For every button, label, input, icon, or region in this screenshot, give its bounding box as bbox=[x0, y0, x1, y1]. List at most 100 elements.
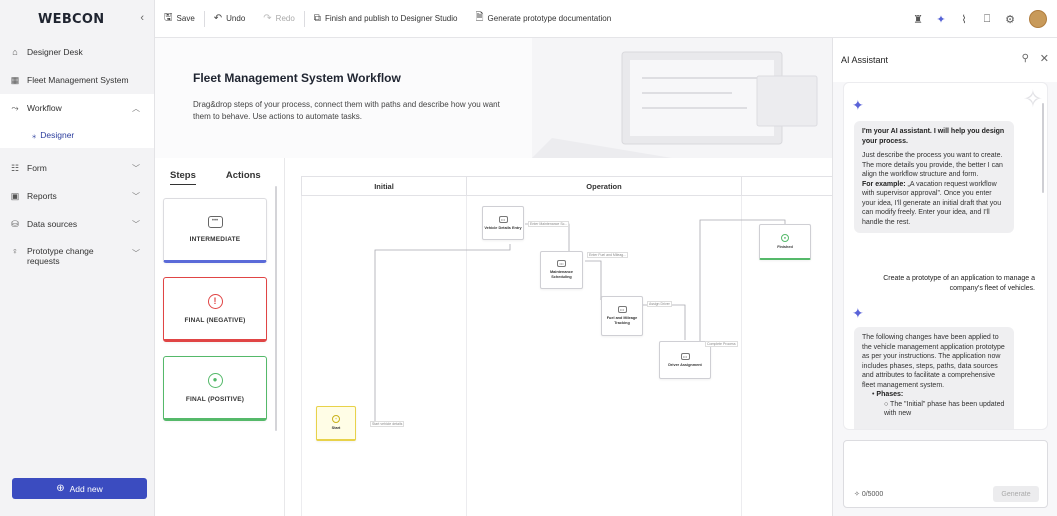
layout-icon[interactable]: ⎕ bbox=[976, 13, 998, 26]
path-label[interactable]: Assign Driver bbox=[647, 301, 672, 307]
ai-sparkle-icon: ✦ bbox=[852, 305, 864, 321]
reports-icon: ▣ bbox=[10, 190, 20, 201]
path-label[interactable]: Enter Fuel and Mileag... bbox=[587, 252, 629, 258]
sidebar-item-workflow[interactable]: ⤳ Workflow ︿ bbox=[0, 94, 154, 122]
add-new-label: Add new bbox=[69, 483, 103, 494]
start-icon: + bbox=[332, 415, 340, 423]
toolbar-right: ♜ ✦ ⌇ ⎕ ⚙ bbox=[906, 0, 1057, 38]
bullet-phases: Phases: bbox=[876, 391, 904, 398]
sparkle-small-icon: ✧ bbox=[854, 491, 862, 498]
grid-icon: ▦ bbox=[10, 74, 20, 85]
node-label: Start bbox=[331, 426, 341, 430]
chevron-down-icon: ﹀ bbox=[132, 191, 140, 201]
finish-publish-button[interactable]: ⧉ Finish and publish to Designer Studio bbox=[305, 0, 467, 38]
path-label[interactable]: Start vehicle details bbox=[370, 421, 405, 427]
path-label[interactable]: Enter Maintenance Sc... bbox=[528, 221, 570, 227]
logo-row: WEBCON ‹ bbox=[0, 0, 154, 38]
workflow-group: ⤳ Workflow ︿ ⁎ Designer bbox=[0, 94, 154, 148]
workflow-node-vehicle-details-entry[interactable]: ••• Vehicle Details Entry bbox=[482, 206, 524, 240]
page-title: Fleet Management System Workflow bbox=[193, 71, 401, 85]
sidebar-item-prototype-change-requests[interactable]: ♀ Prototype change requests ﹀ bbox=[0, 238, 154, 274]
node-label: Driver Assignment bbox=[668, 362, 702, 367]
save-button[interactable]: 🖫 Save bbox=[155, 0, 204, 38]
workflow-node-start[interactable]: + Start bbox=[316, 406, 356, 441]
avatar[interactable] bbox=[1029, 10, 1047, 28]
tab-actions[interactable]: Actions bbox=[226, 170, 261, 185]
redo-button[interactable]: ↷ Redo bbox=[254, 0, 304, 38]
steps-panel: Steps Actions ••• INTERMEDIATE ! FINAL (… bbox=[155, 158, 285, 516]
database-icon: ⛁ bbox=[11, 218, 19, 229]
negative-icon: ! bbox=[207, 293, 223, 309]
positive-icon: ● bbox=[781, 233, 789, 242]
ai-chat-history[interactable]: ✦ ✧ I'm your AI assistant. I will help y… bbox=[843, 82, 1048, 430]
chevron-down-icon: ﹀ bbox=[132, 163, 140, 173]
workflow-node-driver-assignment[interactable]: ••• Driver Assignment bbox=[659, 341, 711, 379]
ai-intro-message: I'm your AI assistant. I will help you d… bbox=[854, 121, 1014, 233]
example-label: For example: bbox=[862, 180, 906, 188]
designer-icon: ⁎ bbox=[32, 129, 37, 140]
undo-button[interactable]: ↶ Undo bbox=[205, 0, 255, 38]
redo-label: Redo bbox=[275, 14, 295, 23]
counter-text: 0/5000 bbox=[861, 491, 884, 498]
add-new-button[interactable]: ⊕ Add new bbox=[12, 478, 147, 499]
generate-button[interactable]: Generate bbox=[993, 486, 1039, 502]
intermediate-icon: ••• bbox=[207, 216, 223, 228]
document-icon: 🗎 bbox=[475, 12, 484, 23]
ai-sparkle-icon[interactable]: ✦ bbox=[930, 13, 952, 26]
steps-scrollbar[interactable] bbox=[275, 186, 277, 431]
chat-scrollbar[interactable] bbox=[1042, 103, 1044, 193]
sidebar-item-designer-desk[interactable]: ⌂ Designer Desk bbox=[0, 38, 154, 66]
workflow-node-maintenance-scheduling[interactable]: ••• Maintenance Scheduling bbox=[540, 251, 583, 289]
step-card-final-negative[interactable]: ! FINAL (NEGATIVE) bbox=[163, 277, 267, 342]
assistant-hat-icon[interactable]: ♜ bbox=[907, 13, 929, 26]
step-card-final-positive[interactable]: ● FINAL (POSITIVE) bbox=[163, 356, 267, 421]
sidebar-item-label: Fleet Management System bbox=[27, 75, 129, 85]
sidebar-item-label: Designer bbox=[40, 130, 75, 140]
redo-icon: ↷ bbox=[263, 13, 272, 24]
workflow-node-finished[interactable]: ● Finished bbox=[759, 224, 811, 260]
connections-icon[interactable]: ⌇ bbox=[953, 13, 975, 26]
collapse-sidebar-icon[interactable]: ‹ bbox=[140, 12, 144, 24]
ai-assistant-panel: AI Assistant ⚲ ✕ ✦ ✧ I'm your AI assista… bbox=[832, 38, 1057, 516]
steps-tabs: Steps Actions bbox=[170, 170, 291, 185]
path-label[interactable]: Complete Process bbox=[705, 341, 738, 347]
sidebar-item-label: Data sources bbox=[27, 219, 78, 229]
response-bullets: • Phases: ○ The "Initial" phase has been… bbox=[872, 390, 1006, 419]
positive-icon: ● bbox=[207, 372, 223, 388]
sidebar-item-form[interactable]: ☷ Form ﹀ bbox=[0, 154, 154, 182]
sidebar-item-reports[interactable]: ▣ Reports ﹀ bbox=[0, 182, 154, 210]
generate-documentation-button[interactable]: 🗎 Generate prototype documentation bbox=[466, 0, 620, 38]
chevron-down-icon: ﹀ bbox=[132, 219, 140, 229]
pin-icon[interactable]: ⚲ bbox=[1022, 53, 1029, 64]
workflow-canvas[interactable]: Initial Operation + Start ••• Vehicle De… bbox=[285, 158, 832, 516]
sidebar-item-label: Workflow bbox=[27, 103, 62, 113]
workflow-node-fuel-mileage-tracking[interactable]: ••• Fuel and Mileage Tracking bbox=[601, 296, 643, 336]
tab-steps[interactable]: Steps bbox=[170, 170, 196, 185]
node-label: Maintenance Scheduling bbox=[550, 270, 573, 279]
step-card-intermediate[interactable]: ••• INTERMEDIATE bbox=[163, 198, 267, 263]
close-icon[interactable]: ✕ bbox=[1040, 52, 1049, 65]
intermediate-icon: ••• bbox=[498, 215, 508, 223]
node-label: Vehicle Details Entry bbox=[484, 225, 522, 230]
webcon-logo: WEBCON bbox=[38, 11, 105, 27]
sidebar: WEBCON ‹ ⌂ Designer Desk ▦ Fleet Managem… bbox=[0, 0, 155, 516]
ai-prompt-input[interactable]: ✧ 0/5000 Generate bbox=[843, 440, 1048, 508]
sidebar-item-data-sources[interactable]: ⛁ Data sources ﹀ bbox=[0, 210, 154, 238]
ai-assistant-header: AI Assistant ⚲ ✕ bbox=[833, 38, 1057, 82]
chevron-down-icon: ﹀ bbox=[132, 249, 140, 258]
intermediate-icon: ••• bbox=[680, 352, 690, 360]
settings-icon[interactable]: ⚙ bbox=[999, 13, 1021, 26]
header-banner: Fleet Management System Workflow Drag&dr… bbox=[155, 38, 832, 158]
undo-icon: ↶ bbox=[213, 13, 223, 24]
save-icon: 🖫 bbox=[164, 12, 173, 23]
intermediate-icon: ••• bbox=[617, 306, 627, 313]
sidebar-item-designer[interactable]: ⁎ Designer bbox=[0, 122, 154, 148]
save-label: Save bbox=[176, 14, 195, 23]
node-label: Finished bbox=[777, 244, 793, 249]
banner-illustration bbox=[532, 38, 832, 158]
ai-assistant-title: AI Assistant bbox=[841, 55, 889, 65]
sidebar-item-label: Designer Desk bbox=[27, 47, 83, 57]
sidebar-item-fleet-management[interactable]: ▦ Fleet Management System bbox=[0, 66, 154, 94]
path-connectors bbox=[370, 219, 786, 426]
plus-circle-icon: ⊕ bbox=[56, 483, 65, 494]
